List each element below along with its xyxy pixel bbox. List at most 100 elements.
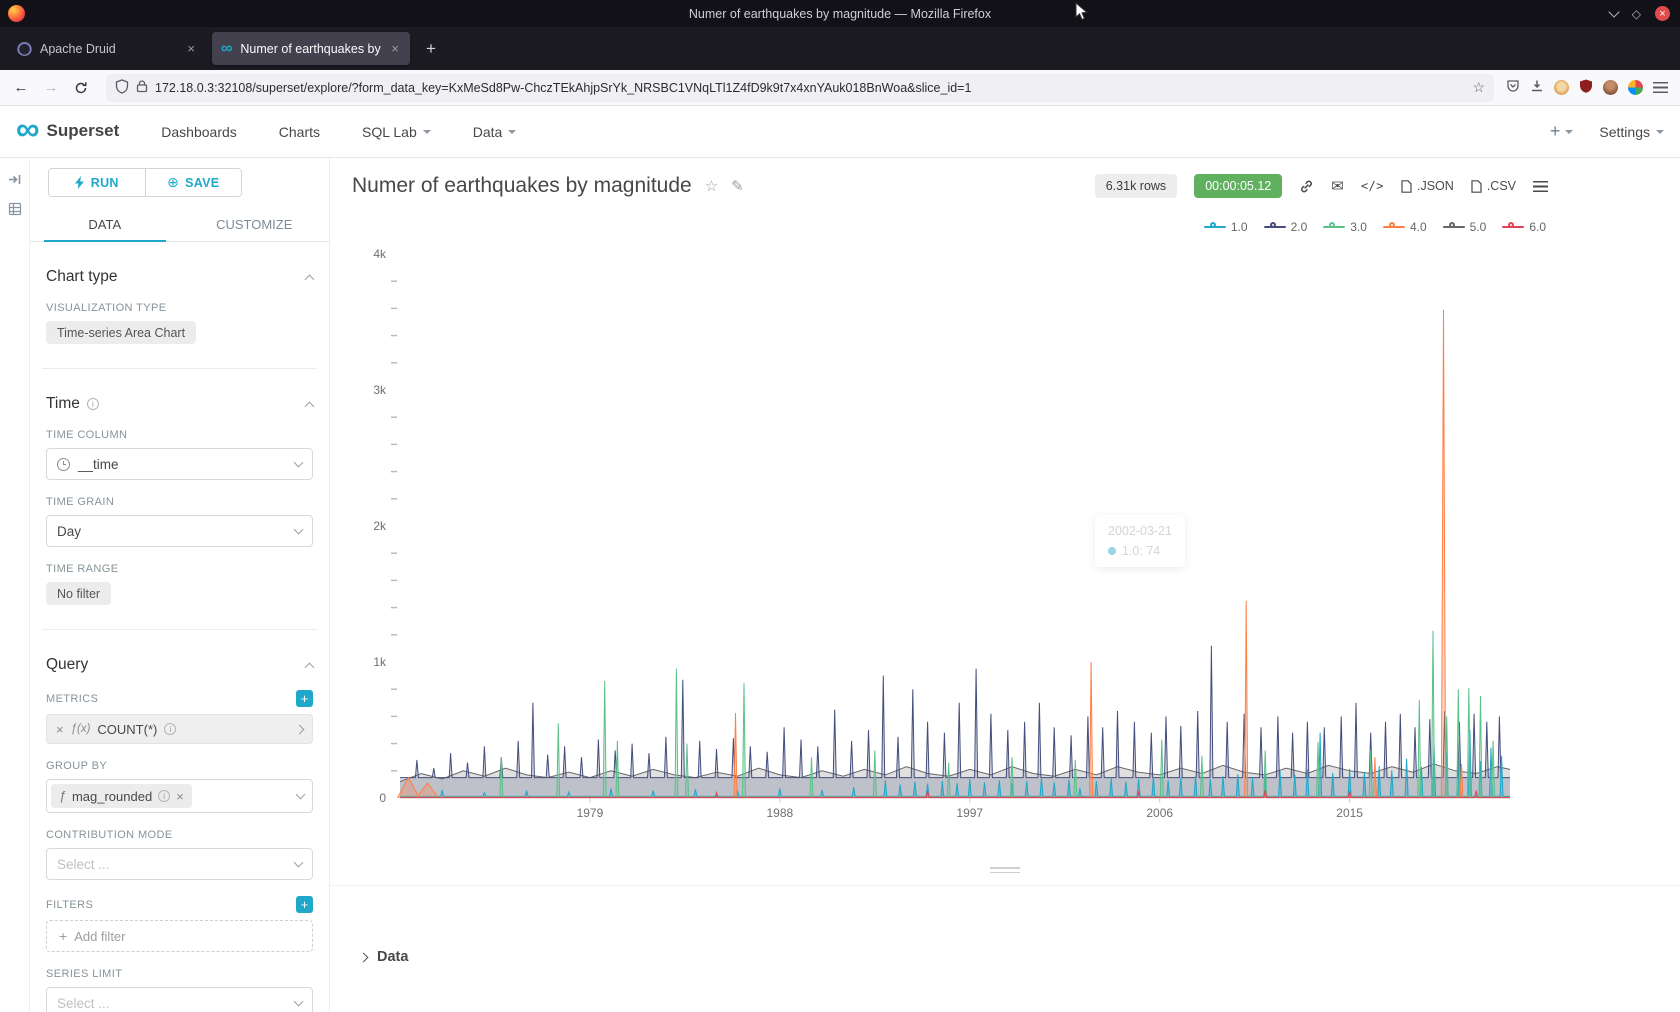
- tab-customize[interactable]: CUSTOMIZE: [180, 207, 330, 241]
- time-grain-select[interactable]: Day: [46, 515, 313, 547]
- svg-text:2k: 2k: [373, 519, 387, 533]
- function-icon: ƒ: [59, 789, 66, 803]
- forward-button[interactable]: →: [38, 75, 64, 101]
- remove-metric-icon[interactable]: [56, 722, 64, 737]
- divider: [42, 368, 317, 369]
- export-csv-button[interactable]: .CSV: [1471, 179, 1516, 193]
- chevron-up-icon[interactable]: [305, 274, 315, 284]
- group-by-select[interactable]: ƒ mag_rounded: [46, 779, 313, 813]
- chevron-down-icon: [296, 790, 306, 800]
- filters-label: FILTERS: [46, 899, 93, 911]
- share-link-icon[interactable]: [1299, 179, 1314, 194]
- bookmark-star-icon[interactable]: [1472, 79, 1485, 96]
- pocket-icon[interactable]: [1506, 79, 1520, 96]
- browser-toolbar: ← → 172.18.0.3:32108/superset/explore/?f…: [0, 70, 1680, 106]
- account-avatar-icon[interactable]: [1603, 80, 1618, 95]
- new-item-button[interactable]: +: [1550, 121, 1574, 142]
- time-column-select[interactable]: __time: [46, 448, 313, 480]
- metric-item[interactable]: ƒ(x) COUNT(*): [46, 714, 313, 744]
- legend-item-6.0[interactable]: 6.0: [1502, 220, 1546, 234]
- section-query[interactable]: Query: [46, 656, 313, 674]
- contribution-mode-label: CONTRIBUTION MODE: [46, 829, 313, 841]
- window-maximize-icon[interactable]: ◇: [1632, 8, 1641, 20]
- expand-panel-icon[interactable]: [7, 172, 22, 190]
- chevron-up-icon[interactable]: [305, 662, 315, 672]
- new-tab-button[interactable]: +: [416, 35, 446, 63]
- url-input[interactable]: 172.18.0.3:32108/superset/explore/?form_…: [155, 81, 1465, 95]
- edit-properties-icon[interactable]: [731, 177, 744, 195]
- section-chart-type[interactable]: Chart type: [46, 268, 313, 286]
- firefox-menu-icon[interactable]: [1653, 82, 1668, 93]
- viz-type-label: VISUALIZATION TYPE: [46, 302, 313, 314]
- nav-data[interactable]: Data: [473, 124, 517, 140]
- chevron-down-icon: [294, 858, 304, 868]
- superset-navbar: ∞ Superset Dashboards Charts SQL Lab Dat…: [0, 106, 1680, 158]
- clock-icon: [57, 458, 70, 471]
- lightning-icon: [75, 176, 85, 189]
- email-report-icon[interactable]: [1331, 177, 1344, 195]
- window-minimize-icon[interactable]: [1608, 6, 1619, 17]
- grip-icon: [990, 867, 1020, 869]
- legend-item-2.0[interactable]: 2.0: [1264, 220, 1308, 234]
- settings-menu[interactable]: Settings: [1599, 124, 1664, 140]
- add-filter-dropzone[interactable]: Add filter: [46, 920, 313, 952]
- metrics-label: METRICS: [46, 693, 98, 705]
- remove-group-by-icon[interactable]: [176, 789, 184, 804]
- add-metric-button[interactable]: [296, 690, 313, 707]
- legend-item-1.0[interactable]: 1.0: [1204, 220, 1248, 234]
- timeseries-area-chart[interactable]: 01k2k3k4k19791988199720062015: [330, 245, 1680, 880]
- browser-tab-apache-druid[interactable]: Apache Druid ×: [8, 32, 206, 65]
- nav-dashboards[interactable]: Dashboards: [161, 124, 237, 140]
- chart-title: Numer of earthquakes by magnitude: [352, 174, 692, 198]
- svg-text:0: 0: [379, 791, 386, 805]
- dataset-grid-icon[interactable]: [8, 202, 22, 219]
- chart-menu-icon[interactable]: [1533, 181, 1548, 192]
- reload-button[interactable]: [68, 75, 94, 101]
- tab-data[interactable]: DATA: [30, 207, 180, 241]
- chevron-down-icon: [1656, 130, 1664, 134]
- lock-icon[interactable]: [136, 79, 148, 96]
- chevron-up-icon[interactable]: [305, 401, 315, 411]
- chevron-down-icon: [508, 130, 516, 134]
- time-range-label: TIME RANGE: [46, 563, 313, 575]
- panel-resize-handle[interactable]: [330, 861, 1680, 879]
- tracking-shield-icon[interactable]: [115, 79, 129, 97]
- section-time[interactable]: Time: [46, 395, 313, 413]
- extension-pinwheel-icon[interactable]: [1628, 80, 1643, 95]
- browser-tab-earthquakes[interactable]: ∞ Numer of earthquakes by ×: [212, 32, 410, 65]
- url-bar[interactable]: 172.18.0.3:32108/superset/explore/?form_…: [106, 74, 1494, 102]
- embed-code-icon[interactable]: [1361, 179, 1384, 193]
- nav-sql-lab[interactable]: SQL Lab: [362, 124, 431, 140]
- contribution-mode-select[interactable]: Select ...: [46, 848, 313, 880]
- nav-charts[interactable]: Charts: [279, 124, 320, 140]
- grip-icon: [990, 872, 1020, 874]
- privacy-badger-extension-icon[interactable]: [1554, 80, 1569, 95]
- legend-item-4.0[interactable]: 4.0: [1383, 220, 1427, 234]
- export-json-button[interactable]: .JSON: [1401, 179, 1454, 193]
- superset-logo[interactable]: ∞ Superset: [16, 120, 119, 142]
- add-filter-button[interactable]: [296, 896, 313, 913]
- svg-text:1997: 1997: [956, 806, 983, 820]
- tab-close-icon[interactable]: ×: [389, 41, 401, 56]
- viz-type-tag[interactable]: Time-series Area Chart: [46, 321, 196, 344]
- group-by-tag[interactable]: ƒ mag_rounded: [51, 784, 192, 808]
- series-limit-select[interactable]: Select ...: [46, 987, 313, 1012]
- legend-item-3.0[interactable]: 3.0: [1323, 220, 1367, 234]
- chart-tooltip: 2002-03-21 1.0: 74: [1095, 515, 1185, 567]
- downloads-icon[interactable]: [1530, 79, 1544, 96]
- ublock-extension-icon[interactable]: [1579, 79, 1593, 96]
- expand-metric-icon[interactable]: [295, 724, 305, 734]
- svg-text:1988: 1988: [766, 806, 793, 820]
- info-icon: [164, 723, 176, 735]
- tab-close-icon[interactable]: ×: [185, 41, 197, 56]
- data-section-toggle[interactable]: Data: [330, 885, 1680, 1012]
- run-button[interactable]: RUN: [49, 169, 145, 196]
- save-button[interactable]: SAVE: [145, 169, 242, 196]
- window-close-icon[interactable]: ×: [1655, 6, 1670, 21]
- time-range-tag[interactable]: No filter: [46, 582, 111, 605]
- chevron-down-icon: [423, 130, 431, 134]
- legend-item-5.0[interactable]: 5.0: [1443, 220, 1487, 234]
- back-button[interactable]: ←: [8, 75, 34, 101]
- circle-plus-icon: [167, 174, 179, 191]
- favorite-star-icon[interactable]: [705, 177, 718, 195]
